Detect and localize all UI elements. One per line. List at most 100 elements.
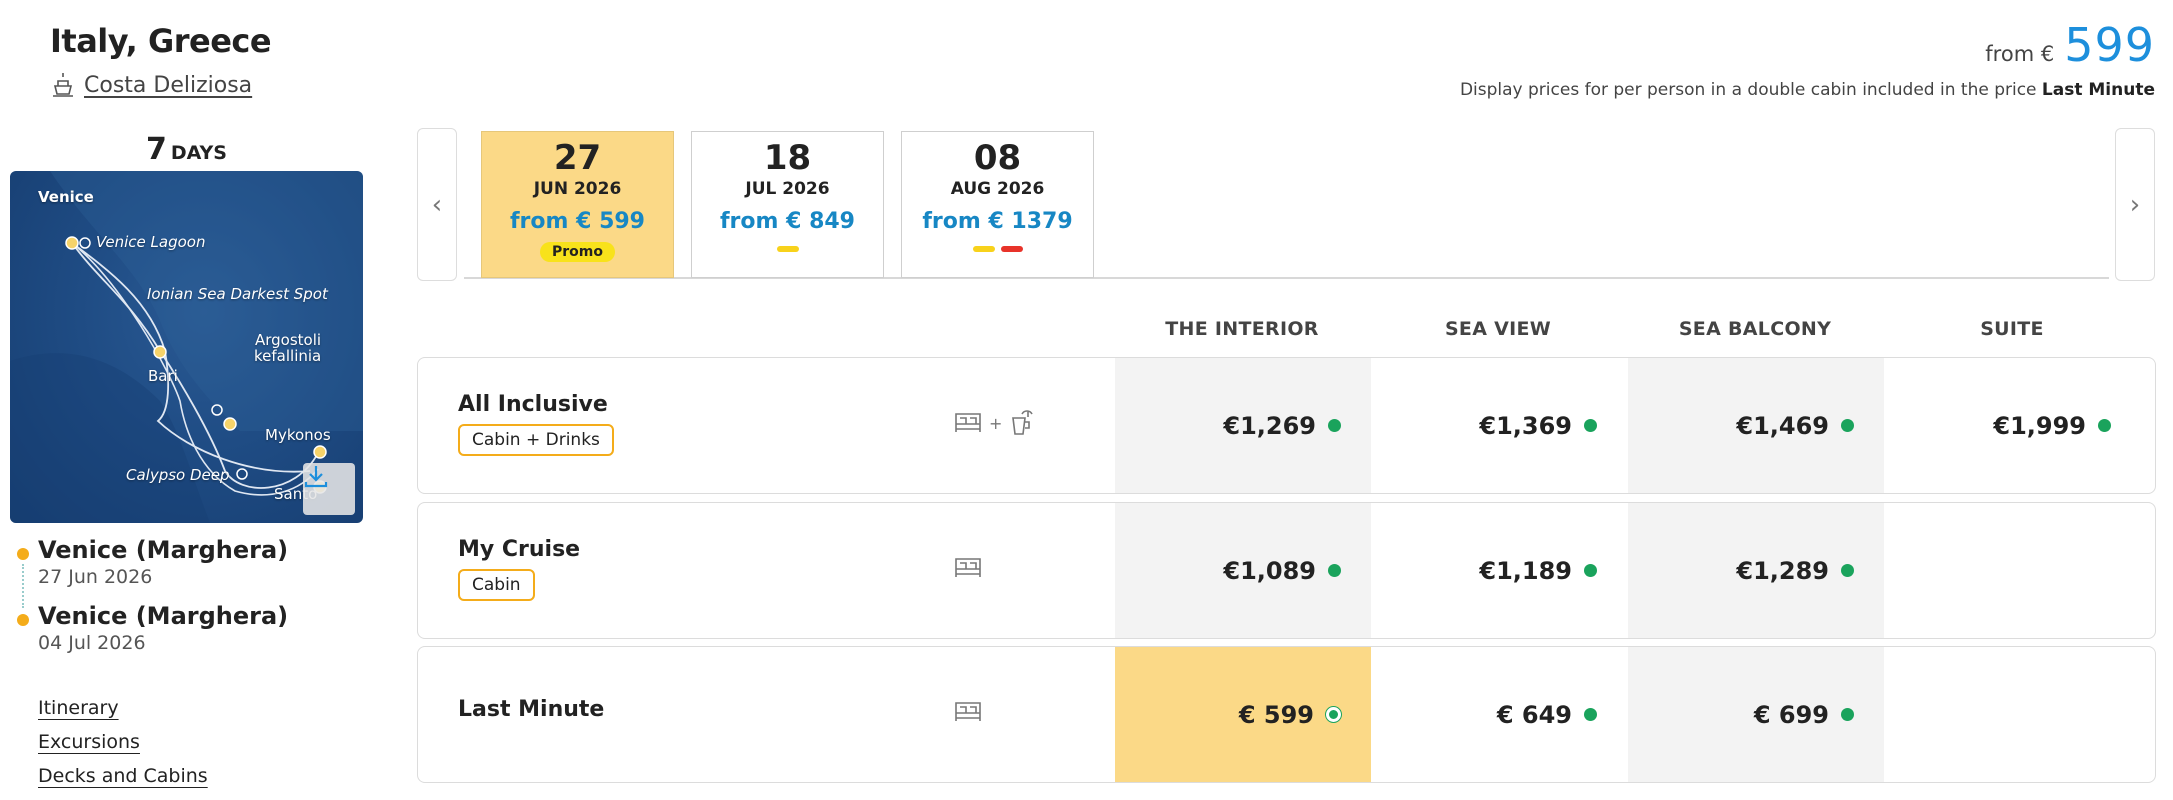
port-dot <box>17 548 29 560</box>
download-icon <box>304 466 328 488</box>
port-name: Venice (Marghera) <box>38 602 289 630</box>
days-unit: DAYS <box>170 142 227 164</box>
port-arrival: Venice (Marghera) 04 Jul 2026 <box>14 602 354 668</box>
price-cell-sea-balcony[interactable]: €1,289 <box>1628 503 1884 638</box>
days-number: 7 <box>146 132 167 167</box>
fare-icons <box>953 555 983 581</box>
fare-icons <box>953 699 983 725</box>
available-dot <box>1584 708 1597 721</box>
map-download-button[interactable] <box>303 463 355 515</box>
trip-links: Itinerary Excursions Decks and Cabins <box>38 697 208 799</box>
fare-tag: Cabin + Drinks <box>458 424 614 456</box>
ship-name[interactable]: Costa Deliziosa <box>84 73 252 98</box>
date-month: JUN 2026 <box>533 179 622 200</box>
port-departure: Venice (Marghera) 27 Jun 2026 <box>14 536 354 602</box>
bed-icon <box>955 558 981 577</box>
map-label-ionian: Ionian Sea Darkest Spot <box>147 285 328 303</box>
drinks-icon <box>1012 410 1034 435</box>
price: € 649 <box>1496 700 1572 729</box>
available-dot <box>1584 419 1597 432</box>
available-dot <box>2098 419 2111 432</box>
date-price: from € 599 <box>509 209 645 235</box>
price: €1,289 <box>1736 556 1829 585</box>
fare-name: All Inclusive <box>458 392 608 417</box>
available-dot <box>1841 564 1854 577</box>
price-disclaimer: Display prices for per person in a doubl… <box>1460 80 2155 100</box>
disclaimer-text: Display prices for per person in a doubl… <box>1459 80 2037 100</box>
col-header-suite: SUITE <box>1980 318 2044 340</box>
port-list: Venice (Marghera) 27 Jun 2026 Venice (Ma… <box>14 536 354 668</box>
availability-bars <box>692 246 883 253</box>
price-cell-interior[interactable]: €1,089 <box>1115 503 1371 638</box>
map-label-venice: Venice <box>38 188 94 206</box>
col-header-interior: THE INTERIOR <box>1165 318 1319 340</box>
available-dot <box>1841 708 1854 721</box>
date-month: AUG 2026 <box>950 179 1045 200</box>
price: €1,369 <box>1479 411 1572 440</box>
price: €1,469 <box>1736 411 1829 440</box>
from-price-value: 599 <box>2064 18 2155 72</box>
price: € 699 <box>1753 700 1829 729</box>
price-cell-sea-view[interactable]: €1,189 <box>1371 503 1627 638</box>
decks-cabins-link[interactable]: Decks and Cabins <box>38 765 208 787</box>
date-card[interactable]: 08 AUG 2026 from € 1379 <box>901 131 1094 278</box>
disclaimer-fare: Last Minute <box>2041 80 2155 100</box>
fare-tag: Cabin <box>458 569 535 601</box>
price: €1,189 <box>1479 556 1572 585</box>
excursions-link[interactable]: Excursions <box>38 731 208 753</box>
map-label-calypso: Calypso Deep <box>126 466 230 484</box>
price: € 599 <box>1238 700 1314 729</box>
port-date: 04 Jul 2026 <box>38 632 146 654</box>
bed-icon <box>955 413 981 432</box>
map-port-venice <box>65 236 79 250</box>
price-cell-sea-balcony[interactable]: € 699 <box>1628 647 1884 782</box>
chevron-left-icon: ‹ <box>431 189 443 220</box>
map-label-venice-lagoon: Venice Lagoon <box>96 233 206 251</box>
date-day: 27 <box>553 138 602 178</box>
date-day: 18 <box>763 138 812 178</box>
from-price: from € 599 <box>1985 18 2155 72</box>
availability-bar <box>972 246 995 253</box>
price-cell-interior-selected[interactable]: € 599 <box>1115 647 1371 782</box>
fare-row-all-inclusive: All Inclusive Cabin + Drinks + €1,269 €1… <box>417 357 2156 494</box>
ship-link[interactable]: Costa Deliziosa <box>52 72 252 98</box>
from-price-label: from € <box>1985 42 2055 66</box>
fare-name: Last Minute <box>458 697 605 722</box>
available-dot <box>1584 564 1597 577</box>
price-cell-sea-view[interactable]: € 649 <box>1371 647 1627 782</box>
fare-row-my-cruise: My Cruise Cabin €1,089 €1,189 €1,289 <box>417 502 2156 639</box>
port-date: 27 Jun 2026 <box>38 566 153 588</box>
port-dot <box>17 614 29 626</box>
chevron-right-icon: › <box>2129 189 2141 220</box>
map-port-argostoli <box>223 417 237 431</box>
trip-duration: 7 DAYS <box>10 132 363 167</box>
availability-bar <box>776 246 799 253</box>
price: €1,999 <box>1993 411 2086 440</box>
promo-badge: Promo <box>540 242 615 263</box>
available-dot <box>1326 707 1341 722</box>
map-port-bari <box>153 345 167 359</box>
available-dot <box>1328 419 1341 432</box>
map-label-bari: Bari <box>148 367 178 385</box>
price: €1,269 <box>1223 411 1316 440</box>
price-cell-sea-balcony[interactable]: €1,469 <box>1628 358 1884 493</box>
plus-sign: + <box>989 413 1003 433</box>
dates-prev-button[interactable]: ‹ <box>417 128 457 281</box>
price-cell-suite[interactable]: €1,999 <box>1885 358 2141 493</box>
ship-icon <box>53 73 73 97</box>
availability-bar <box>1000 246 1023 253</box>
price: €1,089 <box>1223 556 1316 585</box>
price-cell-sea-view[interactable]: €1,369 <box>1371 358 1627 493</box>
date-day: 08 <box>973 138 1022 178</box>
date-price: from € 849 <box>719 209 855 235</box>
map-label-mykonos: Mykonos <box>265 426 331 444</box>
itinerary-map[interactable]: Venice Venice Lagoon Ionian Sea Darkest … <box>10 171 363 523</box>
price-cell-interior[interactable]: €1,269 <box>1115 358 1371 493</box>
col-header-sea-view: SEA VIEW <box>1444 318 1552 340</box>
dates-next-button[interactable]: › <box>2115 128 2155 281</box>
itinerary-link[interactable]: Itinerary <box>38 697 208 719</box>
date-card[interactable]: 18 JUL 2026 from € 849 <box>691 131 884 278</box>
date-month: JUL 2026 <box>745 179 830 200</box>
date-card-selected[interactable]: 27 JUN 2026 from € 599 Promo <box>481 131 674 278</box>
col-header-sea-balcony: SEA BALCONY <box>1678 318 1832 340</box>
